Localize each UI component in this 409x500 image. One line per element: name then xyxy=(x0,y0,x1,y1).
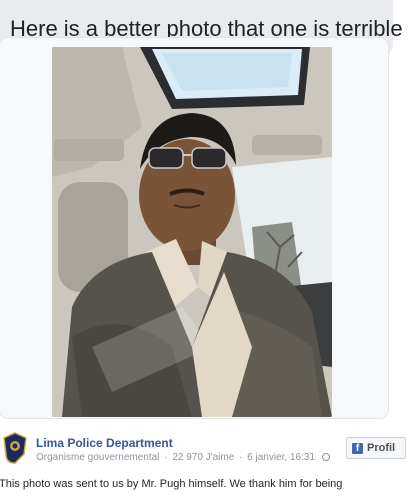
meta-separator: · xyxy=(164,452,168,463)
post-photo[interactable] xyxy=(52,47,332,417)
facebook-icon: f xyxy=(352,442,363,454)
police-badge-icon[interactable] xyxy=(2,432,28,464)
page-category: Organisme gouvernemental xyxy=(36,452,160,463)
screenshot: Here is a better photo that one is terri… xyxy=(0,0,409,500)
meta-separator: · xyxy=(239,452,243,463)
profile-button[interactable]: f Profil xyxy=(346,437,406,459)
photo-illustration xyxy=(52,47,332,417)
page-name-link[interactable]: Lima Police Department xyxy=(36,436,173,450)
profile-button-label: Profil xyxy=(367,442,396,454)
post-meta: Organisme gouvernemental · 22 970 J'aime… xyxy=(36,452,330,463)
post-body-line-1: This photo was sent to us by Mr. Pugh hi… xyxy=(0,478,343,490)
page-likes: 22 970 J'aime xyxy=(172,452,235,463)
globe-icon xyxy=(321,453,330,461)
badge-graphic xyxy=(3,432,27,464)
post-date-link[interactable]: 6 janvier, 16:31 xyxy=(247,452,315,463)
